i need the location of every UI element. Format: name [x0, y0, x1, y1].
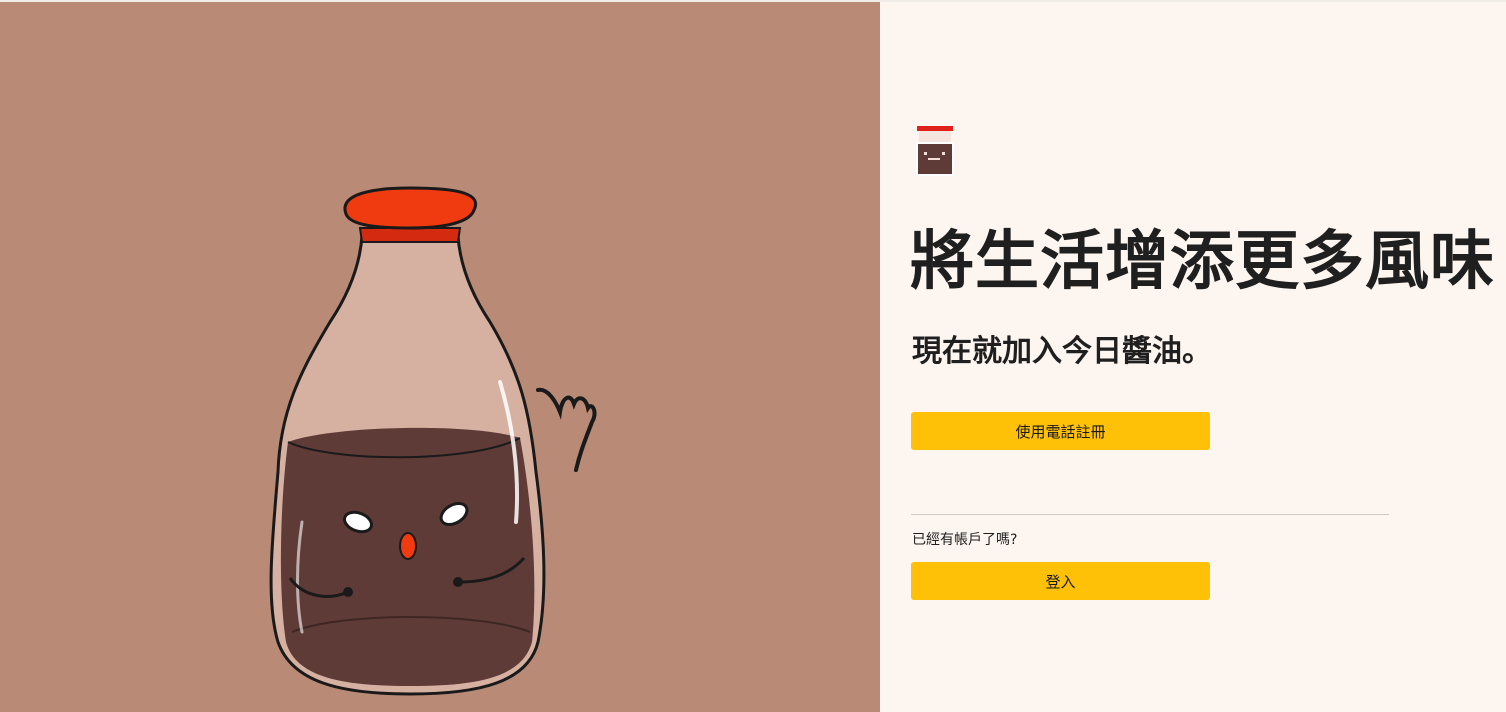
- login-button[interactable]: 登入: [911, 562, 1210, 600]
- signup-with-phone-button[interactable]: 使用電話註冊: [911, 412, 1210, 450]
- bottle-cap: [343, 186, 477, 230]
- soy-sauce-bottle-illustration: [269, 186, 597, 696]
- signup-panel: 將生活增添更多風味 現在就加入今日醬油。 使用電話註冊 已經有帳戶了嗎? 登入: [880, 2, 1506, 712]
- page-subtitle: 現在就加入今日醬油。: [912, 334, 1212, 369]
- soy-sauce-bottle-icon: [914, 124, 956, 178]
- hero-illustration-panel: [0, 2, 880, 712]
- existing-account-text: 已經有帳戶了嗎?: [912, 532, 1018, 548]
- mouth: [399, 532, 417, 560]
- shake-squiggle: [536, 387, 597, 472]
- divider: [911, 514, 1389, 515]
- page: 將生活增添更多風味 現在就加入今日醬油。 使用電話註冊 已經有帳戶了嗎? 登入: [0, 0, 1506, 712]
- page-title: 將生活增添更多風味: [910, 225, 1495, 299]
